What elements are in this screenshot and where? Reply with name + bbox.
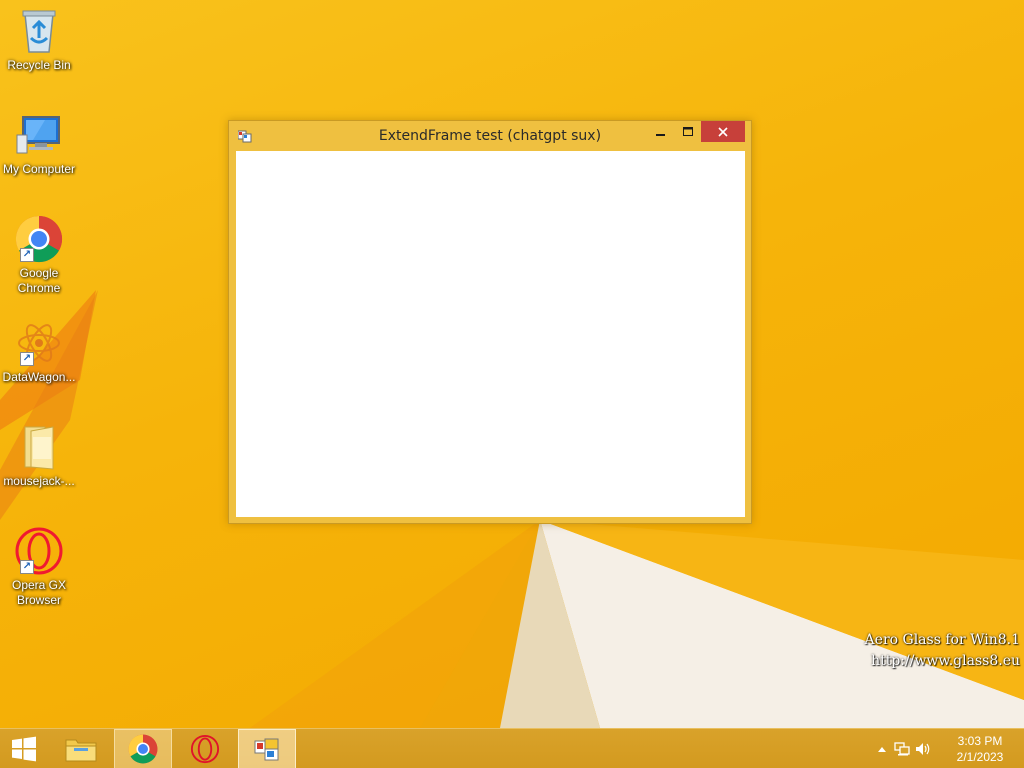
desktop-icon-label: Recycle Bin: [7, 58, 71, 72]
file-explorer-icon: [65, 739, 97, 762]
volume-icon[interactable]: [914, 741, 930, 757]
file-explorer-taskbar-button[interactable]: [52, 729, 110, 768]
clock[interactable]: 3:03 PM 2/1/2023: [950, 733, 1010, 765]
start-button[interactable]: [0, 729, 48, 768]
system-tray: 3:03 PM 2/1/2023: [864, 729, 1024, 768]
desktop-icon-label: DataWagon...: [2, 370, 76, 384]
app-taskbar-button[interactable]: [238, 729, 296, 768]
computer-icon: [14, 110, 64, 160]
app-window[interactable]: ExtendFrame test (chatgpt sux): [228, 120, 752, 524]
desktop-icon-label: Opera GX Browser: [11, 578, 67, 607]
clock-time: 3:03 PM: [957, 734, 1003, 748]
watermark-line2: http://www.glass8.eu: [871, 653, 1020, 669]
window-client-area[interactable]: [236, 151, 745, 517]
folder-icon: [14, 422, 64, 472]
desktop-icon-google-chrome[interactable]: ↗ Google Chrome: [0, 214, 78, 296]
desktop-icon-mousejack-folder[interactable]: mousejack-...: [0, 422, 78, 489]
opera-gx-taskbar-button[interactable]: [176, 729, 234, 768]
opera-gx-icon: [190, 734, 220, 764]
desktop-icon-datawagon[interactable]: ↗ DataWagon...: [0, 318, 78, 385]
close-button[interactable]: [701, 121, 745, 142]
desktop-icon-opera-gx[interactable]: ↗ Opera GX Browser: [0, 526, 78, 608]
opera-gx-icon: ↗: [14, 526, 64, 576]
network-icon[interactable]: [894, 741, 910, 757]
desktop-icon-recycle-bin[interactable]: Recycle Bin: [0, 6, 78, 73]
chrome-icon: ↗: [14, 214, 64, 264]
close-icon: [718, 126, 728, 137]
datawagon-icon: ↗: [14, 318, 64, 368]
shortcut-arrow-icon: ↗: [20, 248, 34, 262]
taskbar: 3:03 PM 2/1/2023: [0, 728, 1024, 768]
desktop-icon-label: My Computer: [2, 162, 76, 176]
app-icon: [254, 738, 279, 761]
recycle-bin-icon: [14, 6, 64, 56]
maximize-button[interactable]: [675, 121, 701, 142]
chrome-icon: [128, 734, 158, 764]
desktop-icon-label: mousejack-...: [3, 474, 75, 488]
desktop-icon-label: Google Chrome: [17, 266, 61, 295]
show-hidden-icons-icon[interactable]: [874, 741, 890, 757]
window-titlebar[interactable]: ExtendFrame test (chatgpt sux): [229, 121, 751, 151]
desktop-icon-my-computer[interactable]: My Computer: [0, 110, 78, 177]
start-icon: [12, 736, 36, 762]
clock-date: 2/1/2023: [956, 750, 1004, 764]
shortcut-arrow-icon: ↗: [20, 560, 34, 574]
chrome-taskbar-button[interactable]: [114, 729, 172, 768]
desktop: Recycle Bin My Computer ↗ Google Chrome …: [0, 0, 1024, 728]
watermark-line1: Aero Glass for Win8.1: [864, 632, 1020, 648]
minimize-icon: [656, 133, 665, 136]
shortcut-arrow-icon: ↗: [20, 352, 34, 366]
watermark: Aero Glass for Win8.1 http://www.glass8.…: [865, 630, 1020, 672]
minimize-button[interactable]: [647, 121, 675, 142]
maximize-icon: [683, 126, 693, 136]
